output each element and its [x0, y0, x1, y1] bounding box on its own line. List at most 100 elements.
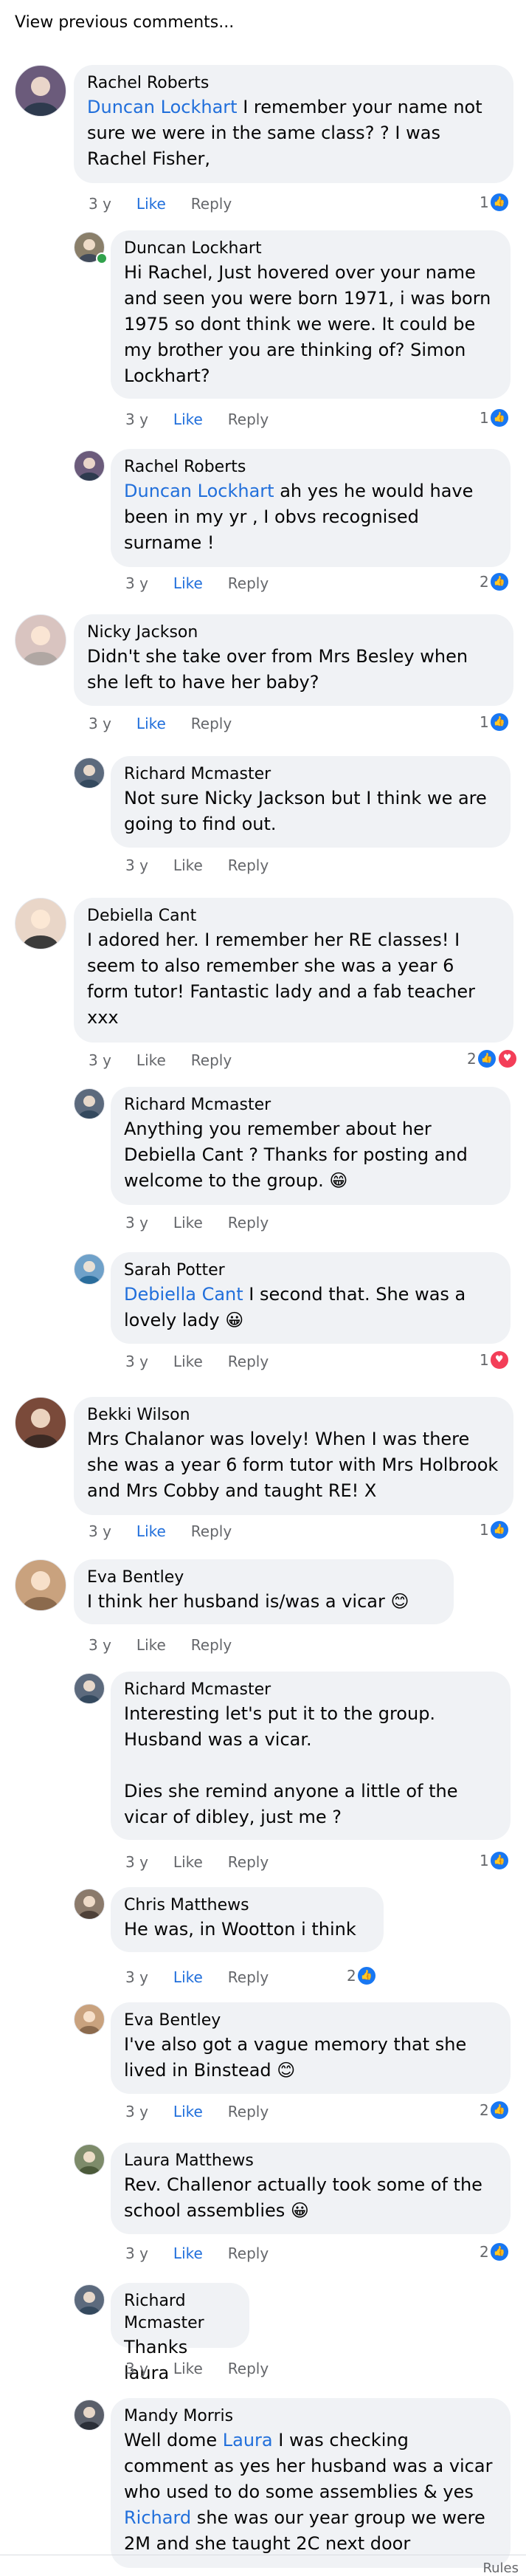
reply-button[interactable]: Reply [191, 1522, 232, 1540]
comment-author[interactable]: Nicky Jackson [87, 622, 500, 644]
reply-button[interactable]: Reply [228, 574, 269, 592]
comment-author[interactable]: Eva Bentley [124, 2010, 497, 2032]
comment-author[interactable]: Debiella Cant [87, 905, 500, 927]
comment-text: I adored her. I remember her RE classes!… [87, 927, 500, 1031]
reaction-count: 1 [480, 1852, 489, 1869]
comment-author[interactable]: Richard Mcmaster [124, 1094, 497, 1116]
comment-author[interactable]: Rachel Roberts [124, 456, 497, 478]
reply-button[interactable]: Reply [228, 1353, 269, 1370]
like-button[interactable]: Like [136, 1051, 166, 1069]
comment-author[interactable]: Richard Mcmaster [124, 763, 497, 786]
reaction-summary[interactable]: 2 👍 [480, 2242, 510, 2262]
reply-button[interactable]: Reply [228, 1853, 269, 1871]
comment-age[interactable]: 3 y [125, 1353, 148, 1370]
like-button[interactable]: Like [136, 195, 166, 213]
reply-button[interactable]: Reply [191, 195, 232, 213]
comment-age[interactable]: 3 y [125, 2244, 148, 2262]
reaction-summary[interactable]: 2 👍 [480, 571, 510, 592]
comment-author[interactable]: Richard Mcmaster [124, 1679, 497, 1701]
mention-link[interactable]: Richard [124, 2507, 191, 2528]
like-button[interactable]: Like [173, 2360, 203, 2377]
comment-author[interactable]: Laura Matthews [124, 2150, 497, 2172]
comment-age[interactable]: 3 y [89, 715, 111, 732]
like-button[interactable]: Like [136, 1636, 166, 1654]
reaction-summary[interactable]: 1 👍 [480, 408, 510, 428]
reply-button[interactable]: Reply [228, 2244, 269, 2262]
avatar[interactable] [74, 758, 105, 789]
comment-age[interactable]: 3 y [125, 856, 148, 874]
reaction-summary[interactable]: 1 ♥ [480, 1350, 510, 1370]
reaction-summary[interactable]: 2 👍 [480, 2100, 510, 2120]
mention-link[interactable]: Duncan Lockhart [124, 481, 274, 501]
like-button[interactable]: Like [173, 1968, 203, 1986]
comment-author[interactable]: Richard Mcmaster [124, 2290, 236, 2335]
reaction-summary[interactable]: 1 👍 [480, 1850, 510, 1871]
avatar[interactable] [15, 898, 66, 949]
comment-age[interactable]: 3 y [89, 1636, 111, 1654]
reply-button[interactable]: Reply [228, 1968, 269, 1986]
reply-button[interactable]: Reply [191, 715, 232, 732]
mention-link[interactable]: Duncan Lockhart [87, 97, 238, 117]
reply-button[interactable]: Reply [228, 856, 269, 874]
like-button[interactable]: Like [136, 1522, 166, 1540]
avatar[interactable] [74, 2144, 105, 2175]
avatar[interactable] [15, 1559, 66, 1611]
avatar[interactable] [74, 1088, 105, 1119]
avatar[interactable] [15, 614, 66, 666]
reply-button[interactable]: Reply [228, 1214, 269, 1232]
avatar[interactable] [74, 2004, 105, 2035]
reaction-summary[interactable]: 2 👍 [347, 1965, 377, 1986]
like-button[interactable]: Like [173, 1214, 203, 1232]
reaction-summary[interactable]: 1 👍 [480, 712, 510, 732]
comment-age[interactable]: 3 y [125, 2103, 148, 2120]
comment-age[interactable]: 3 y [125, 411, 148, 428]
comment-author[interactable]: Sarah Potter [124, 1260, 497, 1282]
mention-link[interactable]: Laura [223, 2430, 273, 2450]
reply-button[interactable]: Reply [191, 1051, 232, 1069]
like-button[interactable]: Like [173, 411, 203, 428]
avatar[interactable] [74, 2284, 105, 2315]
avatar[interactable] [74, 1889, 105, 1920]
comment-age[interactable]: 3 y [125, 2360, 148, 2377]
comment-bubble: Debiella Cant I adored her. I remember he… [74, 898, 513, 1043]
avatar-face [83, 1680, 95, 1691]
comment-author[interactable]: Duncan Lockhart [124, 238, 497, 260]
like-reaction-icon: 👍 [488, 192, 510, 213]
comment-age[interactable]: 3 y [89, 195, 111, 213]
comment-age[interactable]: 3 y [125, 1968, 148, 1986]
comment-age[interactable]: 3 y [125, 1214, 148, 1232]
like-button[interactable]: Like [173, 856, 203, 874]
like-button[interactable]: Like [173, 2103, 203, 2120]
avatar[interactable] [74, 2400, 105, 2431]
avatar-face [83, 1260, 95, 1272]
like-reaction-icon: 👍 [488, 2100, 510, 2120]
comment-author[interactable]: Chris Matthews [124, 1895, 370, 1917]
comment-author[interactable]: Rachel Roberts [87, 72, 500, 95]
like-button[interactable]: Like [173, 574, 203, 592]
avatar[interactable] [74, 450, 105, 481]
reply-button[interactable]: Reply [228, 2103, 269, 2120]
reply-button[interactable]: Reply [228, 2360, 269, 2377]
like-button[interactable]: Like [173, 2244, 203, 2262]
avatar[interactable] [15, 65, 66, 117]
reply-button[interactable]: Reply [228, 411, 269, 428]
avatar[interactable] [74, 1254, 105, 1285]
comment-author[interactable]: Bekki Wilson [87, 1404, 500, 1426]
comment-age[interactable]: 3 y [125, 574, 148, 592]
like-button[interactable]: Like [173, 1353, 203, 1370]
reaction-summary[interactable]: 1 👍 [480, 192, 510, 213]
comment-age[interactable]: 3 y [125, 1853, 148, 1871]
reaction-summary[interactable]: 2 👍 ♥ [467, 1048, 518, 1069]
avatar[interactable] [15, 1397, 66, 1449]
reply-button[interactable]: Reply [191, 1636, 232, 1654]
comment-author[interactable]: Mandy Morris [124, 2405, 497, 2428]
like-button[interactable]: Like [136, 715, 166, 732]
like-button[interactable]: Like [173, 1853, 203, 1871]
comment-age[interactable]: 3 y [89, 1051, 111, 1069]
view-previous-comments-link[interactable]: View previous comments... [15, 13, 234, 32]
reaction-summary[interactable]: 1 👍 [480, 1519, 510, 1540]
avatar[interactable] [74, 1673, 105, 1704]
comment-author[interactable]: Eva Bentley [87, 1567, 440, 1589]
comment-age[interactable]: 3 y [89, 1522, 111, 1540]
mention-link[interactable]: Debiella Cant [124, 1284, 243, 1305]
